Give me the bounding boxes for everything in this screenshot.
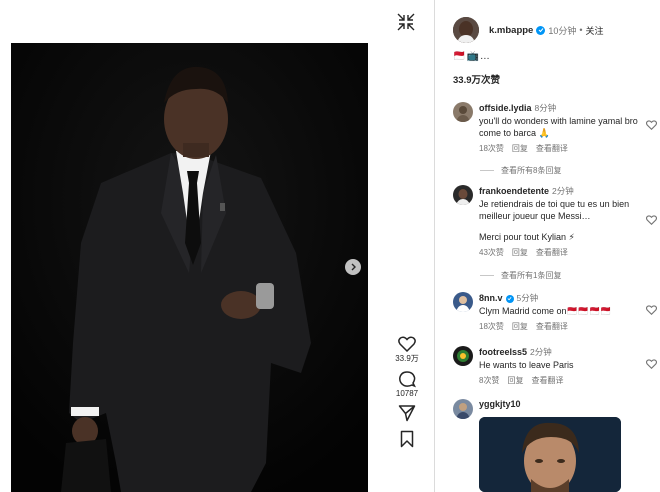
author-username[interactable]: k.mbappe — [489, 25, 533, 36]
comment-text: He wants to leave Paris — [479, 360, 574, 370]
comment-action[interactable]: 10787 — [387, 370, 427, 398]
send-icon[interactable] — [398, 404, 416, 422]
view-replies-label: 查看所有8条回复 — [501, 166, 562, 175]
comment-time: 2分钟 — [552, 186, 574, 196]
post-info-panel: k.mbappe 10分钟 • 关注 🇲🇨📺… 33.9万次赞 offside.… — [435, 0, 660, 492]
post-time: 10分钟 — [548, 25, 577, 36]
comment-like-count[interactable]: 18次赞 — [479, 143, 504, 154]
bookmark-icon[interactable] — [399, 430, 415, 448]
save-action[interactable] — [387, 430, 427, 448]
follow-button[interactable]: 关注 — [586, 24, 604, 37]
view-replies-button[interactable]: 查看所有1条回复 — [480, 270, 561, 281]
commenter-username[interactable]: 8nn.v — [479, 293, 503, 303]
commenter-username[interactable]: footreelss5 — [479, 347, 527, 357]
comment-heart-icon[interactable] — [646, 359, 657, 369]
next-photo-button[interactable] — [345, 259, 361, 275]
comment-time: 8分钟 — [534, 103, 557, 113]
collapse-icon — [397, 13, 415, 31]
comment-count: 10787 — [395, 389, 419, 398]
like-action[interactable]: 33.9万 — [387, 336, 427, 364]
translate-button[interactable]: 查看翻译 — [536, 247, 568, 258]
post-header: k.mbappe 10分钟 • 关注 — [453, 16, 604, 44]
commenter-avatar[interactable] — [453, 399, 473, 419]
reply-button[interactable]: 回复 — [512, 321, 528, 332]
verified-badge-icon — [505, 294, 514, 303]
comment-image[interactable] — [479, 417, 621, 492]
verified-badge-icon — [536, 25, 546, 35]
comment-text: Je retiendrais de toi que tu es un bien … — [479, 199, 630, 221]
commenter-username[interactable]: yggkjty10 — [479, 399, 521, 409]
comment-text: you'll do wonders with lamine yamal bro … — [479, 116, 638, 138]
commenter-avatar[interactable] — [453, 346, 473, 366]
comment-icon[interactable] — [398, 370, 416, 388]
commenter-username[interactable]: frankoendetente — [479, 186, 549, 196]
like-count: 33.9万 — [395, 354, 419, 363]
chevron-right-icon — [351, 263, 356, 271]
view-replies-button[interactable]: 查看所有8条回复 — [480, 165, 561, 176]
comment-heart-icon[interactable] — [646, 215, 657, 225]
author-avatar[interactable] — [453, 17, 479, 43]
reply-button[interactable]: 回复 — [507, 375, 523, 386]
comment-photo-image — [479, 417, 621, 492]
comment-time: 2分钟 — [530, 347, 552, 357]
share-action[interactable] — [387, 404, 427, 422]
comment-text: Clym Madrid come on🇲🇨🇲🇨🇲🇨🇲🇨 — [479, 306, 612, 316]
view-replies-label: 查看所有1条回复 — [501, 271, 562, 280]
post-caption: 🇲🇨📺… — [453, 51, 491, 62]
comment-time: 5分钟 — [516, 293, 539, 303]
heart-icon[interactable] — [398, 336, 416, 352]
translate-button[interactable]: 查看翻译 — [536, 321, 568, 332]
commenter-username[interactable]: offside.lydia — [479, 103, 532, 113]
comment-heart-icon[interactable] — [646, 120, 657, 130]
collapse-button[interactable] — [397, 13, 415, 31]
comment-like-count[interactable]: 18次赞 — [479, 321, 504, 332]
reply-button[interactable]: 回复 — [512, 143, 528, 154]
translate-button[interactable]: 查看翻译 — [536, 143, 568, 154]
translate-button[interactable]: 查看翻译 — [531, 375, 563, 386]
likes-summary[interactable]: 33.9万次赞 — [453, 72, 500, 86]
comment-like-count[interactable]: 8次赞 — [479, 375, 499, 386]
post-media-area: 33.9万 10787 — [0, 0, 434, 492]
comment-extra-text: Merci pour tout Kylian ⚡ — [479, 232, 575, 242]
comment-like-count[interactable]: 43次赞 — [479, 247, 504, 258]
post-photo[interactable] — [11, 43, 368, 492]
post-actions: 33.9万 10787 — [387, 336, 427, 454]
reply-button[interactable]: 回复 — [512, 247, 528, 258]
avatar-image — [453, 17, 479, 43]
commenter-avatar[interactable] — [453, 292, 473, 312]
comment-heart-icon[interactable] — [646, 305, 657, 315]
commenter-avatar[interactable] — [453, 102, 473, 122]
separator-dot: • — [579, 25, 583, 35]
player-in-suit-image — [11, 43, 368, 492]
commenter-avatar[interactable] — [453, 185, 473, 205]
replies-line — [480, 275, 494, 276]
replies-line — [480, 170, 494, 171]
